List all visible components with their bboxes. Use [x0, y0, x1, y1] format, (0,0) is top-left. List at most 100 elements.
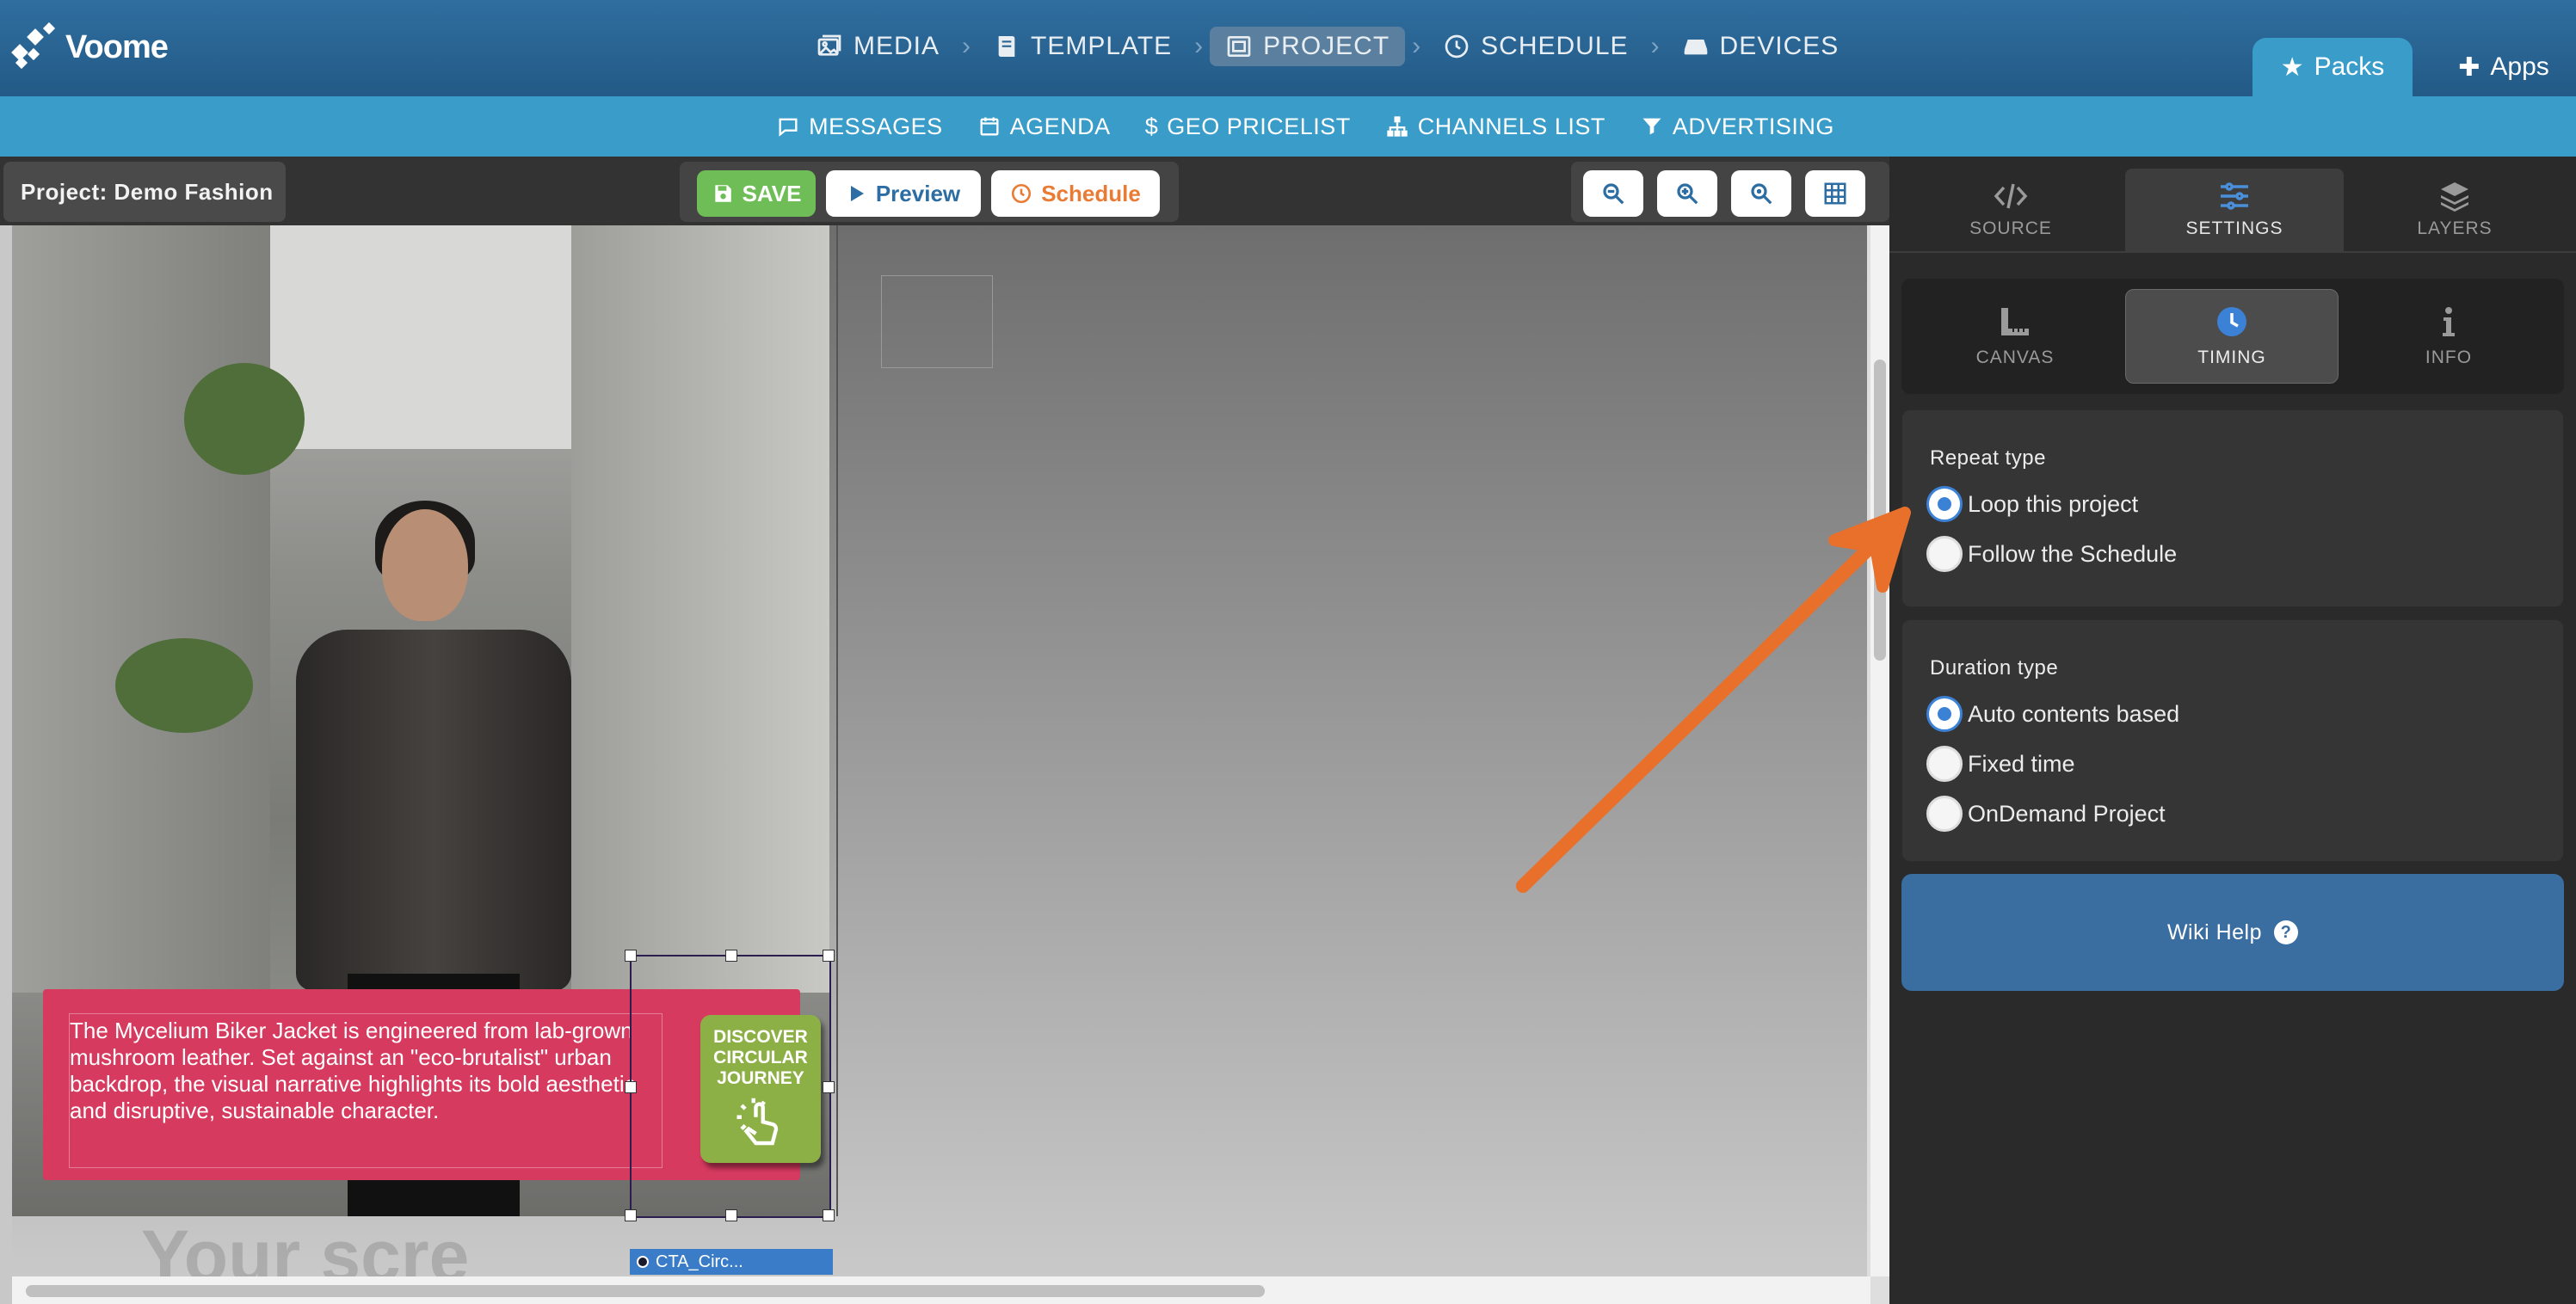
tab-source[interactable]: SOURCE — [1901, 169, 2120, 251]
radio-auto-contents-label: Auto contents based — [1968, 700, 2180, 727]
selected-layer-label[interactable]: CTA_Circ... — [630, 1249, 833, 1275]
subnav-geo-pricelist-label: GEO PRICELIST — [1167, 113, 1351, 139]
subnav-advertising[interactable]: ADVERTISING — [1640, 114, 1834, 140]
top-nav-bar: Voome MEDIA › TEMPLATE › PROJECT › SCHED… — [0, 0, 2576, 96]
subtab-canvas[interactable]: CANVAS — [1908, 289, 2122, 384]
grid-toggle-button[interactable] — [1805, 170, 1865, 217]
template-icon — [998, 36, 1015, 57]
horizontal-scrollbar-thumb[interactable] — [26, 1285, 1265, 1297]
tab-layers[interactable]: LAYERS — [2345, 169, 2564, 251]
save-button[interactable]: SAVE — [697, 170, 816, 217]
code-icon — [1994, 183, 2028, 209]
radio-button[interactable] — [1926, 796, 1963, 832]
filter-icon — [1642, 118, 1661, 135]
logo-mark-icon — [10, 22, 60, 71]
nav-project[interactable]: PROJECT — [1210, 27, 1406, 66]
chevron-right-icon: › — [962, 32, 971, 60]
tab-apps-label: Apps — [2490, 52, 2549, 81]
zoom-in-icon — [1677, 183, 1698, 205]
canvas-stage[interactable]: Your scre The Mycelium Biker Jacket is e… — [12, 225, 1867, 1276]
sitemap-icon — [1387, 116, 1408, 137]
nav-template[interactable]: TEMPLATE — [977, 27, 1187, 66]
subtab-timing[interactable]: TIMING — [2125, 289, 2339, 384]
selected-layer-name: CTA_Circ... — [656, 1252, 743, 1271]
subtab-info-label: INFO — [2425, 348, 2473, 367]
radio-button-selected[interactable] — [1926, 486, 1963, 522]
vertical-ruler — [0, 225, 12, 1304]
resize-handle[interactable] — [823, 950, 835, 962]
chevron-right-icon: › — [1412, 32, 1421, 60]
zoom-out-icon — [1603, 183, 1624, 205]
radio-follow-schedule-label: Follow the Schedule — [1968, 540, 2178, 567]
placeholder-box[interactable] — [881, 275, 993, 368]
nav-media-label: MEDIA — [854, 32, 940, 60]
resize-handle[interactable] — [823, 1081, 835, 1093]
info-icon — [2443, 307, 2455, 336]
subnav-geo-pricelist[interactable]: $ GEO PRICELIST — [1145, 114, 1351, 140]
radio-fixed-time-label: Fixed time — [1968, 750, 2075, 777]
grid-icon — [1824, 182, 1846, 205]
duration-type-title: Duration type — [1930, 656, 2059, 680]
tab-settings[interactable]: SETTINGS — [2125, 169, 2344, 251]
resize-handle[interactable] — [625, 950, 637, 962]
message-icon — [779, 118, 798, 137]
radio-ondemand[interactable]: OnDemand Project — [1926, 796, 2166, 832]
resize-handle[interactable] — [625, 1209, 637, 1221]
subtab-timing-label: TIMING — [2197, 348, 2266, 367]
radio-button[interactable] — [1926, 536, 1963, 572]
zoom-in-button[interactable] — [1657, 170, 1717, 217]
subnav-agenda-label: AGENDA — [1009, 113, 1111, 139]
subnav-agenda[interactable]: AGENDA — [977, 114, 1111, 140]
zoom-controls — [1571, 162, 1889, 222]
schedule-button[interactable]: Schedule — [991, 170, 1160, 217]
tab-apps[interactable]: ✚ Apps — [2435, 38, 2573, 96]
nav-template-label: TEMPLATE — [1031, 32, 1173, 60]
save-button-label: SAVE — [742, 180, 802, 206]
tab-packs[interactable]: ★ Packs — [2252, 38, 2413, 96]
selection-box[interactable] — [625, 950, 835, 1221]
radio-button-selected[interactable] — [1926, 696, 1963, 732]
zoom-fit-button[interactable] — [1731, 170, 1791, 217]
cta-text-box[interactable]: The Mycelium Biker Jacket is engineered … — [69, 1013, 662, 1168]
clock-icon — [1012, 183, 1032, 204]
radio-loop-project[interactable]: Loop this project — [1926, 486, 2138, 522]
sliders-icon — [2221, 182, 2248, 210]
subtab-canvas-label: CANVAS — [1975, 348, 2055, 367]
photo-plant — [115, 638, 253, 733]
radio-fixed-time[interactable]: Fixed time — [1926, 746, 2075, 782]
nav-media[interactable]: MEDIA — [800, 27, 955, 66]
resize-handle[interactable] — [725, 950, 737, 962]
tab-source-label: SOURCE — [1969, 218, 2052, 238]
radio-auto-contents[interactable]: Auto contents based — [1926, 696, 2179, 732]
settings-subtabs: CANVAS TIMING INFO — [1901, 279, 2564, 394]
layer-dot-icon — [637, 1256, 649, 1268]
schedule-button-label: Schedule — [1041, 180, 1141, 206]
project-title: Project: Demo Fashion — [3, 162, 286, 222]
preview-button[interactable]: Preview — [826, 170, 981, 217]
voome-logo[interactable]: Voome — [10, 22, 169, 71]
subnav-channels-list[interactable]: CHANNELS LIST — [1385, 114, 1605, 140]
nav-schedule[interactable]: SCHEDULE — [1427, 27, 1643, 66]
editor-toolbar: Project: Demo Fashion SAVE Preview Sched… — [0, 157, 1889, 225]
chevron-right-icon: › — [1194, 32, 1204, 60]
wiki-help-button[interactable]: Wiki Help ? — [1901, 874, 2564, 991]
radio-button[interactable] — [1926, 746, 1963, 782]
wiki-help-label: Wiki Help — [2166, 920, 2263, 944]
question-icon: ? — [2274, 920, 2299, 944]
frame-divider — [836, 225, 838, 1216]
resize-handle[interactable] — [625, 1081, 637, 1093]
radio-follow-schedule[interactable]: Follow the Schedule — [1926, 536, 2177, 572]
subtab-info[interactable]: INFO — [2342, 289, 2555, 384]
resize-handle[interactable] — [725, 1209, 737, 1221]
subnav-messages-label: MESSAGES — [809, 113, 943, 139]
layers-icon — [2441, 182, 2468, 212]
vertical-scrollbar-thumb[interactable] — [1874, 360, 1886, 661]
subnav-messages[interactable]: MESSAGES — [776, 114, 943, 140]
ruler-square-icon — [2001, 308, 2029, 335]
chevron-right-icon: › — [1650, 32, 1660, 60]
nav-devices[interactable]: DEVICES — [1667, 27, 1855, 66]
resize-handle[interactable] — [823, 1209, 835, 1221]
zoom-out-button[interactable] — [1583, 170, 1643, 217]
canvas-area[interactable]: Your scre The Mycelium Biker Jacket is e… — [0, 225, 1889, 1304]
star-icon: ★ — [2280, 52, 2304, 82]
